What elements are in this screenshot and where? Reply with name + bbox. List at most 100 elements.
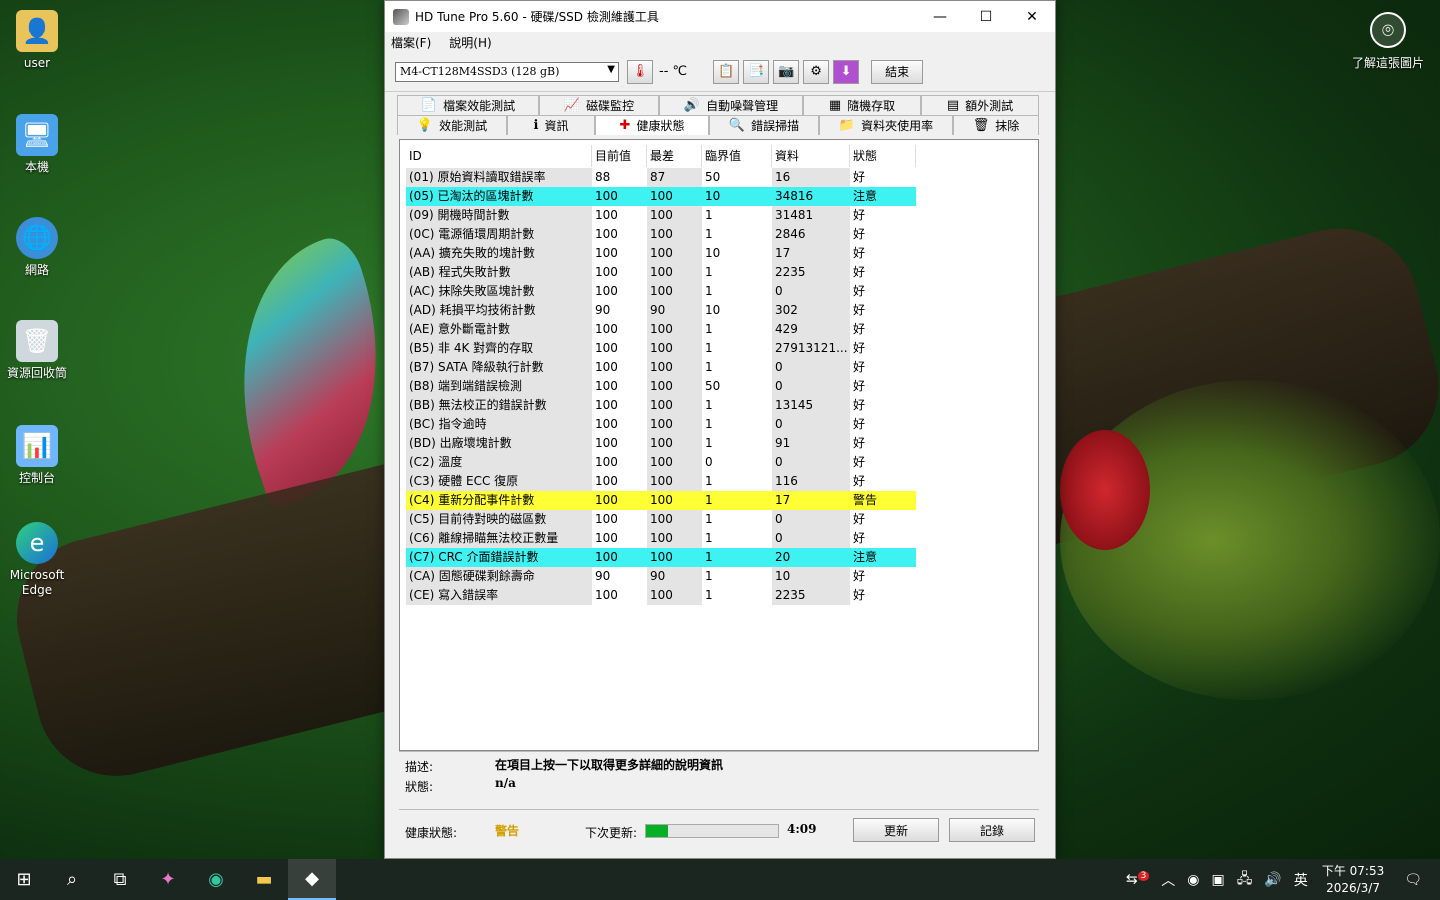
table-row[interactable]: (CE) 寫入錯誤率 100 100 1 2235 好 xyxy=(406,586,916,605)
header-worst[interactable]: 最差 xyxy=(647,145,702,167)
progress-fill xyxy=(646,825,669,837)
download-button[interactable]: ⬇ xyxy=(833,59,860,84)
toolbar: M4-CT128M4SSD3 (128 gB) ▼ 🌡 -- ℃ 📋 📑 📷 ⚙… xyxy=(385,52,1055,92)
header-threshold[interactable]: 臨界值 xyxy=(702,145,772,167)
cell-threshold: 1 xyxy=(705,227,713,241)
clock[interactable]: 下午 07:53 2026/3/7 xyxy=(1322,863,1384,897)
tab-error-scan[interactable]: 🔍 錯誤掃描 xyxy=(709,115,819,135)
thermometer-button[interactable]: 🌡 xyxy=(627,59,653,84)
exit-button[interactable]: 結束 xyxy=(871,59,924,84)
cell-threshold: 1 xyxy=(705,341,713,355)
description-value: 在項目上按一下以取得更多詳細的說明資訊 xyxy=(495,758,724,772)
ime-indicator[interactable]: 英 xyxy=(1294,870,1308,890)
log-button[interactable]: 記錄 xyxy=(949,818,1035,842)
desktop-icon-control-panel[interactable]: 📊 控制台 xyxy=(4,425,70,486)
table-row[interactable]: (09) 開機時間計數 100 100 1 31481 好 xyxy=(406,206,916,225)
copilot-button[interactable]: ✦ xyxy=(144,859,192,900)
table-row[interactable]: (C5) 目前待對映的磁區數 100 100 1 0 好 xyxy=(406,510,916,529)
table-row[interactable]: (B7) SATA 降級執行計數 100 100 1 0 好 xyxy=(406,358,916,377)
tab-info[interactable]: ℹ 資訊 xyxy=(507,115,595,135)
refresh-button[interactable]: 更新 xyxy=(853,818,939,842)
cell-threshold: 1 xyxy=(705,436,713,450)
record-icon[interactable]: ◉ xyxy=(1187,872,1199,888)
copy-info-button[interactable]: 📋 xyxy=(713,59,740,84)
tab-folder-usage[interactable]: 📁 資料夾使用率 xyxy=(819,115,953,135)
drive-select[interactable]: M4-CT128M4SSD3 (128 gB) ▼ xyxy=(395,61,619,82)
volume-icon[interactable]: 🔊 xyxy=(1264,872,1281,888)
table-row[interactable]: (BD) 出廠壞塊計數 100 100 1 91 好 xyxy=(406,434,916,453)
cell-status: 注意 xyxy=(850,187,916,206)
cell-threshold: 1 xyxy=(705,531,713,545)
network-tray-icon[interactable]: 🖧 xyxy=(1237,868,1253,892)
hdtune-taskbar-button[interactable]: ◆ xyxy=(288,859,336,900)
search-button[interactable]: ⌕ xyxy=(48,859,96,900)
table-row[interactable]: (0C) 電源循環周期計數 100 100 1 2846 好 xyxy=(406,225,916,244)
cell-current: 90 xyxy=(595,569,611,583)
table-row[interactable]: (C3) 硬體 ECC 復原 100 100 1 116 好 xyxy=(406,472,916,491)
cell-id: (09) 開機時間計數 xyxy=(406,206,592,225)
cell-worst: 100 xyxy=(647,225,702,244)
cell-current: 100 xyxy=(595,417,618,431)
table-row[interactable]: (BB) 無法校正的錯誤計數 100 100 1 13145 好 xyxy=(406,396,916,415)
header-data[interactable]: 資料 xyxy=(772,145,850,167)
header-current[interactable]: 目前值 xyxy=(592,145,647,167)
tab-health[interactable]: ✚ 健康狀態 xyxy=(595,115,709,135)
header-id[interactable]: ID xyxy=(406,145,592,167)
table-row[interactable]: (01) 原始資料讀取錯誤率 88 87 50 16 好 xyxy=(406,168,916,187)
desktop-icon-this-pc[interactable]: 🖥 本機 xyxy=(4,114,70,175)
meet-now-icon[interactable]: ▣ xyxy=(1212,872,1225,888)
menu-help[interactable]: 說明(H) xyxy=(449,34,491,51)
close-button[interactable]: ✕ xyxy=(1009,1,1055,32)
menu-file[interactable]: 檔案(F) xyxy=(391,34,431,51)
table-row[interactable]: (AB) 程式失敗計數 100 100 1 2235 好 xyxy=(406,263,916,282)
desktop-icon-recycle-bin[interactable]: 🗑 資源回收筒 xyxy=(4,320,70,381)
screenshot-button[interactable]: 📷 xyxy=(773,59,800,84)
table-row[interactable]: (B5) 非 4K 對齊的存取 100 100 1 27913121... 好 xyxy=(406,339,916,358)
table-row[interactable]: (C4) 重新分配事件計數 100 100 1 17 警告 xyxy=(406,491,916,510)
chevron-up-icon[interactable]: ︿ xyxy=(1161,870,1175,890)
table-row[interactable]: (CA) 固態硬碟剩餘壽命 90 90 1 10 好 xyxy=(406,567,916,586)
tab-aam[interactable]: 🔊 自動噪聲管理 xyxy=(659,95,803,115)
edge-taskbar-button[interactable]: ◉ xyxy=(192,859,240,900)
notifications-icon[interactable]: 🗨 xyxy=(1404,872,1422,888)
notification-center-tray-icon[interactable]: ⇆ 3 xyxy=(1126,871,1150,888)
task-view-button[interactable]: ⧉ xyxy=(96,859,144,900)
desktop-icon-user[interactable]: 👤 user xyxy=(4,10,70,71)
table-row[interactable]: (B8) 端到端錯誤檢測 100 100 50 0 好 xyxy=(406,377,916,396)
table-row[interactable]: (C7) CRC 介面錯誤計數 100 100 1 20 注意 xyxy=(406,548,916,567)
file-explorer-button[interactable]: ▬ xyxy=(240,859,288,900)
cell-id: (BC) 指令逾時 xyxy=(406,415,592,434)
table-row[interactable]: (BC) 指令逾時 100 100 1 0 好 xyxy=(406,415,916,434)
cell-status: 好 xyxy=(853,398,866,412)
health-status-badge: 警告 xyxy=(495,824,520,838)
tab-random-access[interactable]: ▦ 隨機存取 xyxy=(803,95,921,115)
table-row[interactable]: (C6) 離線掃瞄無法校正數量 100 100 1 0 好 xyxy=(406,529,916,548)
cell-data: 10 xyxy=(772,567,850,586)
table-row[interactable]: (AD) 耗損平均技術計數 90 90 10 302 好 xyxy=(406,301,916,320)
tab-file-benchmark[interactable]: 📄 檔案效能測試 xyxy=(397,95,539,115)
cell-status: 好 xyxy=(853,379,866,393)
hdtune-icon: ◆ xyxy=(305,868,319,889)
start-button[interactable]: ⊞ xyxy=(0,859,48,900)
minimize-button[interactable]: — xyxy=(917,1,963,32)
tab-disk-monitor[interactable]: 📈 磁碟監控 xyxy=(539,95,659,115)
table-row[interactable]: (AA) 擴充失敗的塊計數 100 100 10 17 好 xyxy=(406,244,916,263)
table-row[interactable]: (AE) 意外斷電計數 100 100 1 429 好 xyxy=(406,320,916,339)
table-row[interactable]: (05) 已淘汰的區塊計數 100 100 10 34816 注意 xyxy=(406,187,916,206)
cell-status: 好 xyxy=(853,341,866,355)
tab-erase[interactable]: 🗑 抹除 xyxy=(953,115,1039,135)
desktop-spotlight[interactable]: ⌾ 了解這張圖片 xyxy=(1352,12,1424,71)
tab-benchmark[interactable]: 💡 效能測試 xyxy=(397,115,507,135)
copy-all-button[interactable]: 📑 xyxy=(743,59,770,84)
options-button[interactable]: ⚙ xyxy=(803,59,830,84)
cell-status: 好 xyxy=(853,227,866,241)
table-row[interactable]: (C2) 溫度 100 100 0 0 好 xyxy=(406,453,916,472)
tab-extra-tests[interactable]: ▤ 額外測試 xyxy=(921,95,1039,115)
desktop-icon-network[interactable]: 🌐 網路 xyxy=(4,217,70,278)
header-status[interactable]: 狀態 xyxy=(850,145,916,167)
maximize-button[interactable]: ☐ xyxy=(963,1,1009,32)
cell-worst: 100 xyxy=(647,377,702,396)
next-update-time: 4:09 xyxy=(787,822,817,836)
table-row[interactable]: (AC) 抹除失敗區塊計數 100 100 1 0 好 xyxy=(406,282,916,301)
desktop-icon-edge[interactable]: e Microsoft Edge xyxy=(4,522,70,598)
